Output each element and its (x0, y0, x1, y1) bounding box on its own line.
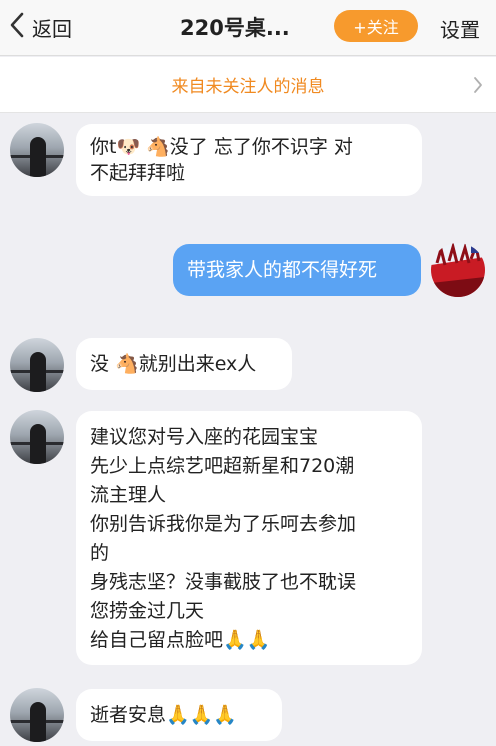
avatar[interactable] (10, 688, 64, 742)
notice-text: 来自未关注人的消息 (171, 77, 325, 97)
message-line: 流主理人 (90, 484, 167, 506)
message-line: 你t🐶 🐴没了 忘了你不识字 对 (90, 136, 353, 158)
message-bubble: 逝者安息🙏🙏🙏 (76, 689, 282, 741)
avatar[interactable] (10, 123, 64, 177)
avatar[interactable] (431, 243, 485, 297)
back-label: 返回 (32, 16, 72, 41)
chevron-left-icon (8, 11, 28, 43)
message-line: 您捞金过几天 (90, 600, 205, 622)
message-line: 的 (90, 542, 110, 564)
message-bubble: 你t🐶 🐴没了 忘了你不识字 对 不起拜拜啦 (76, 124, 422, 196)
message-line: 给自己留点脸吧🙏🙏 (90, 629, 271, 651)
settings-button[interactable]: 设置 (440, 14, 480, 43)
message-line: 带我家人的都不得好死 (187, 259, 378, 281)
message-line: 不起拜拜啦 (90, 162, 186, 184)
top-bar: 返回 220号桌... +关注 设置 (0, 0, 496, 56)
unfollowed-messages-notice[interactable]: 来自未关注人的消息 (0, 57, 496, 113)
message-line: 逝者安息🙏🙏🙏 (90, 704, 237, 726)
avatar[interactable] (10, 338, 64, 392)
page-title: 220号桌... (180, 16, 290, 40)
message-line: 建议您对号入座的花园宝宝 (90, 426, 319, 448)
message-bubble: 建议您对号入座的花园宝宝 先少上点综艺吧超新星和720潮 流主理人 你别告诉我你… (76, 411, 422, 665)
message-bubble: 没 🐴就别出来ex人 (76, 338, 292, 390)
message-line: 先少上点综艺吧超新星和720潮 (90, 455, 355, 477)
avatar[interactable] (10, 410, 64, 464)
sent-message-bubble: 带我家人的都不得好死 (173, 244, 421, 296)
message-line: 没 🐴就别出来ex人 (90, 353, 257, 375)
message-line: 你别告诉我你是为了乐呵去参加 (90, 513, 357, 535)
message-line: 身残志坚？没事截肢了也不耽误 (90, 571, 357, 593)
back-button[interactable]: 返回 (8, 10, 72, 44)
follow-button[interactable]: +关注 (334, 10, 418, 42)
